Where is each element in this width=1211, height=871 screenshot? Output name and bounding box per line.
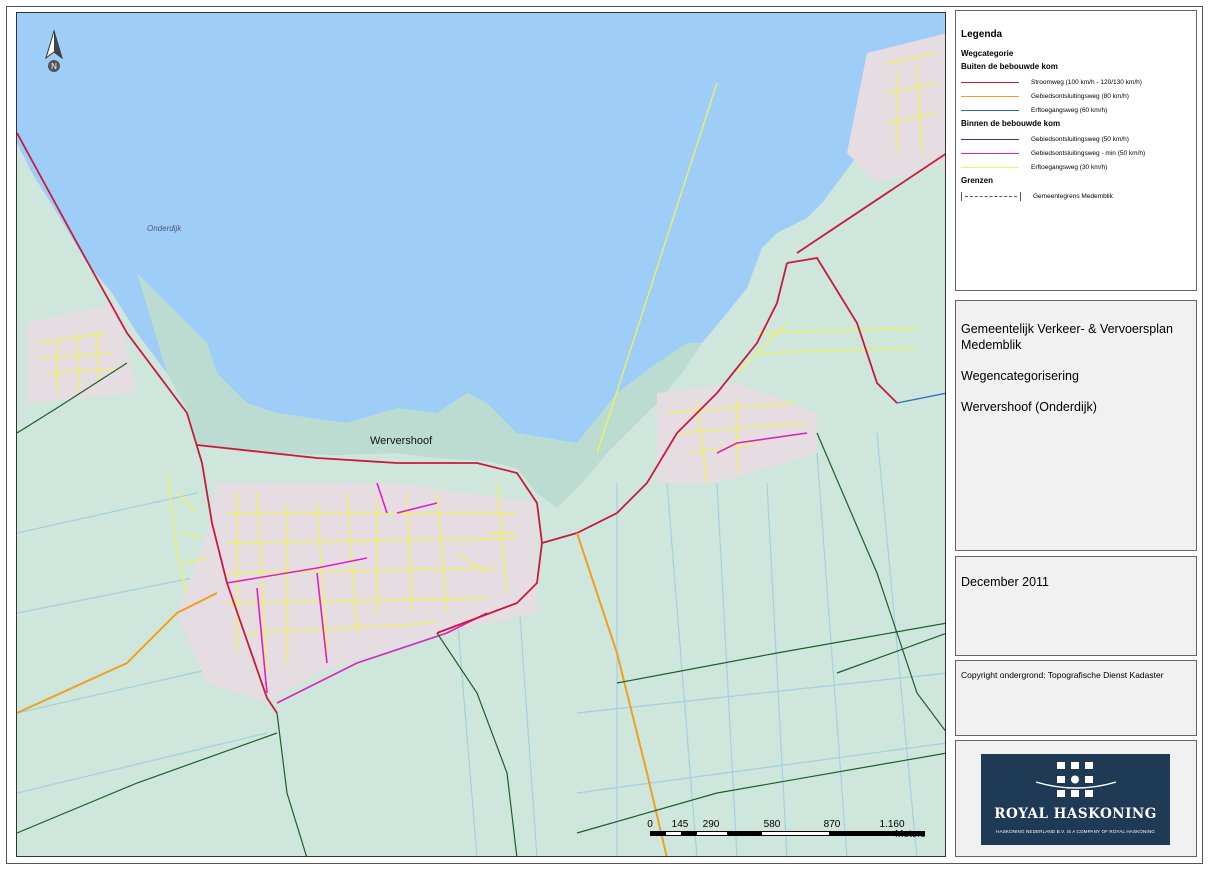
- legend-item-label: Erftoegangsweg (30 km/h): [1031, 163, 1108, 171]
- legend-swatch-stroomweg: [961, 81, 1019, 83]
- legend-swatch-erftoegang-30: [961, 166, 1019, 168]
- royal-haskoning-logo: ROYAL HASKONING HASKONING NEDERLAND B.V.…: [981, 754, 1170, 845]
- logo-panel: ROYAL HASKONING HASKONING NEDERLAND B.V.…: [955, 740, 1197, 857]
- legend-item-label: Stroomweg (100 km/h - 120/130 km/h): [1031, 78, 1142, 86]
- legend-item: Erftoegangsweg (60 km/h): [961, 103, 1191, 117]
- legend-swatch-erftoegang-60: [961, 109, 1019, 111]
- legend-item-label: Gebiedsontsluitingsweg - min (50 km/h): [1031, 149, 1146, 157]
- legend-title: Legenda: [961, 29, 1003, 40]
- scale-tick-2: 290: [703, 819, 720, 830]
- map-canvas[interactable]: N Wervershoof Onderdijk 0 145 290 580 87…: [17, 13, 946, 857]
- logo-name: ROYAL HASKONING: [994, 806, 1157, 822]
- legend-subtitle: Wegcategorie: [961, 49, 1014, 58]
- legend-swatch-gebiedsontsluiting-80: [961, 95, 1019, 97]
- legend-panel: Legenda Wegcategorie Buiten de bebouwde …: [955, 10, 1197, 291]
- legend-item-label: Erftoegangsweg (60 km/h): [1031, 106, 1108, 114]
- legend-item: Gemeentegrens Medemblik: [961, 189, 1191, 203]
- legend-item: Gebiedsontsluitingsweg (80 km/h): [961, 89, 1191, 103]
- place-label-wervershoof: Wervershoof: [370, 435, 433, 447]
- legend-item-label: Gemeentegrens Medemblik: [1033, 192, 1113, 200]
- north-label: N: [51, 62, 57, 71]
- date-panel: December 2011: [955, 556, 1197, 656]
- title-panel: Gemeentelijk Verkeer- & Vervoersplan Med…: [955, 300, 1197, 551]
- legend-item-label: Gebiedsontsluitingsweg (80 km/h): [1031, 92, 1129, 100]
- legend-item: Stroomweg (100 km/h - 120/130 km/h): [961, 75, 1191, 89]
- scale-tick-4: 870: [824, 819, 841, 830]
- place-label-onderdijk: Onderdijk: [147, 224, 182, 233]
- legend-group-heading: Buiten de bebouwde kom: [961, 62, 1058, 71]
- scale-tick-1: 145: [672, 819, 689, 830]
- legend-swatch-gebiedsontsluiting-min-50: [961, 152, 1019, 154]
- copyright-panel: Copyright ondergrond: Topografische Dien…: [955, 660, 1197, 736]
- legend-item: Gebiedsontsluitingsweg - min (50 km/h): [961, 146, 1191, 160]
- map-area: Wervershoof (Onderdijk): [961, 400, 1097, 414]
- map-subtitle: Wegencategorisering: [961, 369, 1079, 383]
- map-view[interactable]: N Wervershoof Onderdijk 0 145 290 580 87…: [16, 12, 946, 857]
- legend-swatch-gebiedsontsluiting-50: [961, 138, 1019, 140]
- copyright-text: Copyright ondergrond: Topografische Dien…: [961, 670, 1164, 680]
- scale-tick-3: 580: [764, 819, 781, 830]
- legend-item: Gebiedsontsluitingsweg (50 km/h): [961, 132, 1191, 146]
- logo-swoosh-icon: [1036, 781, 1116, 789]
- legend-item: Erftoegangsweg (30 km/h): [961, 160, 1191, 174]
- legend-item-label: Gebiedsontsluitingsweg (50 km/h): [1031, 135, 1129, 143]
- legend-group-heading: Binnen de bebouwde kom: [961, 119, 1061, 128]
- map-date: December 2011: [961, 575, 1050, 589]
- scale-bar: [650, 831, 925, 836]
- logo-tagline: HASKONING NEDERLAND B.V. IS A COMPANY OF…: [996, 829, 1155, 834]
- map-title: Gemeentelijk Verkeer- & Vervoersplan Med…: [961, 322, 1173, 352]
- scale-unit: Meters: [895, 829, 926, 840]
- scale-tick-0: 0: [647, 819, 653, 830]
- legend-swatch-gemeentegrens: [961, 191, 1021, 201]
- legend-group-heading: Grenzen: [961, 176, 994, 185]
